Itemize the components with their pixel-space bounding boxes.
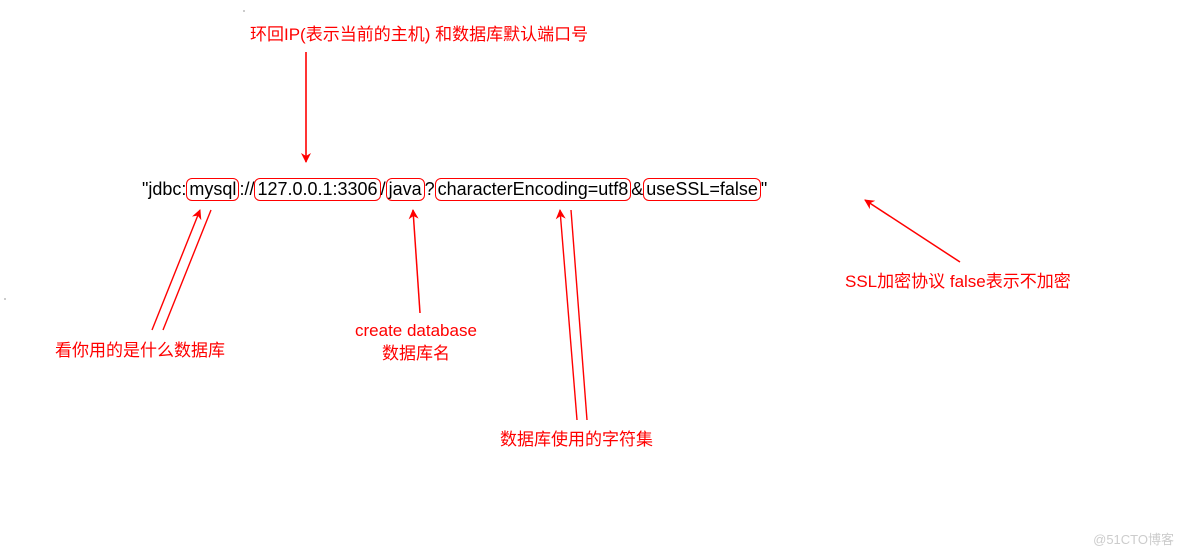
arrow-charset-1: [560, 210, 577, 420]
arrow-dbtype-2: [163, 210, 211, 330]
connection-string: " jdbc:mysql://127.0.0.1:3306/java?charac…: [142, 178, 767, 201]
arrow-ssl: [865, 200, 960, 262]
label-dbname-line1: create database: [355, 321, 477, 340]
segment-charset-param: characterEncoding=utf8: [435, 178, 632, 201]
segment-dbname: java: [386, 178, 425, 201]
arrow-dbname: [413, 210, 420, 313]
close-quote: ": [761, 179, 767, 199]
arrow-dbtype-1: [152, 210, 200, 330]
watermark: @51CTO博客: [1093, 529, 1174, 548]
sep-amp: &: [631, 179, 643, 199]
arrow-charset-2: [571, 210, 587, 420]
sep-slash: /: [381, 179, 386, 199]
label-dbname: create database 数据库名: [355, 320, 477, 366]
label-ssl: SSL加密协议 false表示不加密: [845, 271, 1071, 294]
label-loopback: 环回IP(表示当前的主机) 和数据库默认端口号: [250, 24, 588, 47]
segment-protocol: mysql: [186, 178, 239, 201]
sep-question: ?: [425, 179, 435, 199]
segment-ssl-param: useSSL=false: [643, 178, 761, 201]
label-charset: 数据库使用的字符集: [500, 429, 653, 452]
label-dbname-line2: 数据库名: [382, 344, 450, 363]
stray-mark-2: [4, 298, 6, 300]
segment-host-port: 127.0.0.1:3306: [254, 178, 380, 201]
label-dbtype: 看你用的是什么数据库: [55, 340, 225, 363]
jdbc-prefix: jdbc:: [148, 179, 186, 199]
stray-mark-1: [243, 10, 245, 12]
sep-scheme: ://: [239, 179, 254, 199]
diagram-canvas: 环回IP(表示当前的主机) 和数据库默认端口号 看你用的是什么数据库 creat…: [0, 0, 1184, 552]
